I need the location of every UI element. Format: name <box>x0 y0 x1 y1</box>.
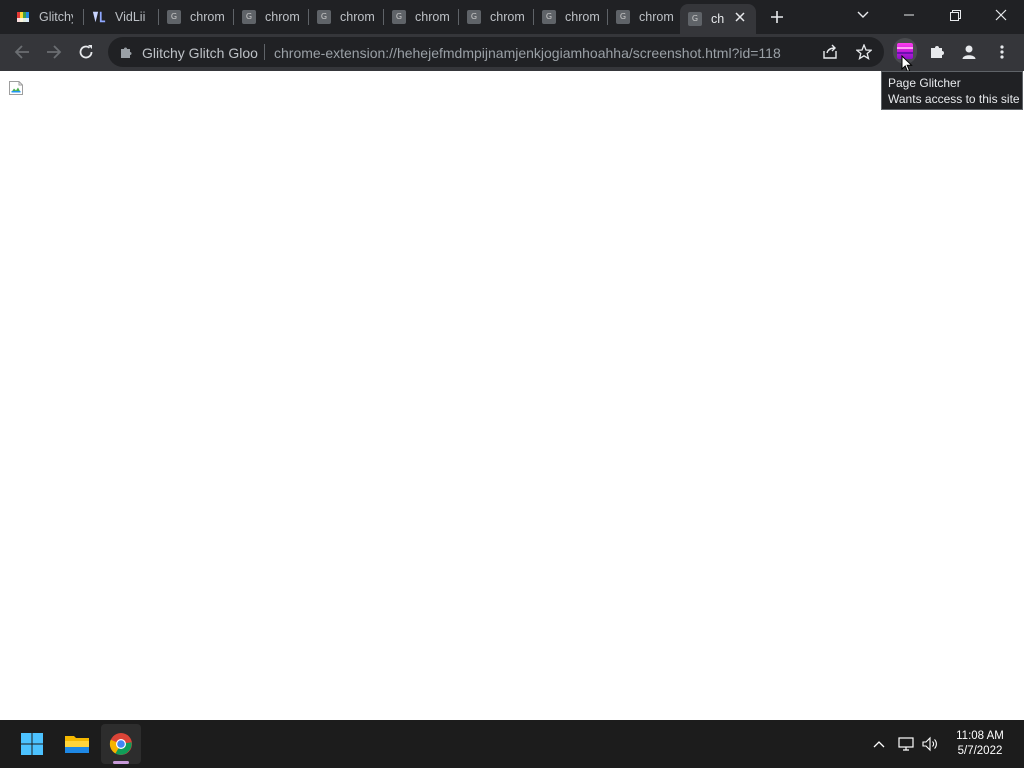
clock-date: 5/7/2022 <box>957 745 1003 757</box>
tab-chrome-active[interactable]: G ch <box>680 4 756 34</box>
file-explorer-button[interactable] <box>57 724 97 764</box>
reload-icon <box>79 45 93 59</box>
puzzle-piece-icon <box>118 44 134 60</box>
tab-label: Glitchy <box>39 10 73 24</box>
back-button[interactable] <box>8 38 36 66</box>
tab-chrome-4[interactable]: G chrom <box>384 0 459 34</box>
chevron-down-icon <box>857 11 869 18</box>
minimize-icon <box>904 14 914 16</box>
bookmark-star-icon[interactable] <box>854 42 874 62</box>
g-favicon-icon: G <box>542 10 556 24</box>
windows-logo-icon <box>21 733 43 755</box>
tab-label: chrom <box>490 10 524 24</box>
browser-toolbar: Glitchy Glitch Gloo chrome-extension://h… <box>0 34 1024 71</box>
tab-strip: Glitchy VidLii G chrom G chrom G chrom G… <box>0 0 1024 34</box>
start-button[interactable] <box>12 724 52 764</box>
tab-label: chrom <box>639 10 673 24</box>
tab-label: ch <box>711 12 725 26</box>
page-content <box>0 71 1024 720</box>
tab-glitchy[interactable]: Glitchy <box>8 0 84 34</box>
g-favicon-icon: G <box>688 12 702 26</box>
g-favicon-icon: G <box>167 10 181 24</box>
active-app-indicator <box>113 761 129 764</box>
volume-icon[interactable] <box>920 734 940 754</box>
plus-icon <box>771 11 783 23</box>
tooltip-title: Page Glitcher <box>888 76 961 90</box>
tab-label: chrom <box>265 10 299 24</box>
g-favicon-icon: G <box>392 10 406 24</box>
reload-button[interactable] <box>72 38 100 66</box>
g-favicon-icon: G <box>317 10 331 24</box>
forward-button[interactable] <box>40 38 68 66</box>
arrow-left-icon <box>14 45 29 59</box>
network-icon[interactable] <box>896 734 916 754</box>
address-divider <box>264 44 265 60</box>
tab-chrome-2[interactable]: G chrom <box>234 0 309 34</box>
tab-chrome-6[interactable]: G chrom <box>534 0 608 34</box>
site-name: Glitchy Glitch Gloo <box>142 45 258 61</box>
tab-label: chrom <box>415 10 449 24</box>
arrow-right-icon <box>47 45 62 59</box>
g-favicon-icon: G <box>467 10 481 24</box>
restore-button[interactable] <box>932 0 978 30</box>
extension-tooltip: Page Glitcher Wants access to this site <box>881 71 1023 110</box>
tab-chrome-1[interactable]: G chrom <box>159 0 234 34</box>
show-hidden-icons-button[interactable] <box>869 734 889 754</box>
tab-vidlii[interactable]: VidLii <box>84 0 159 34</box>
windows-taskbar: 11:08 AM 5/7/2022 <box>0 720 1024 768</box>
tab-label: chrom <box>340 10 374 24</box>
tab-search-button[interactable] <box>840 0 886 30</box>
menu-button[interactable] <box>988 38 1016 66</box>
profile-button[interactable] <box>955 38 983 66</box>
system-clock[interactable]: 11:08 AM 5/7/2022 <box>950 729 1010 759</box>
tab-label: chrom <box>565 10 599 24</box>
extensions-button[interactable] <box>923 38 951 66</box>
more-vertical-icon <box>1000 45 1004 59</box>
restore-icon <box>949 9 961 21</box>
tab-chrome-3[interactable]: G chrom <box>309 0 384 34</box>
broken-image-icon <box>9 81 23 95</box>
tab-chrome-7[interactable]: G chrom <box>608 0 680 34</box>
tab-label: chrom <box>190 10 224 24</box>
address-bar[interactable]: Glitchy Glitch Gloo chrome-extension://h… <box>108 37 884 67</box>
vidlii-logo-icon <box>92 10 106 24</box>
chevron-up-icon <box>873 741 885 748</box>
new-tab-button[interactable] <box>765 5 789 29</box>
close-tab-icon[interactable] <box>732 9 748 25</box>
puzzle-piece-icon <box>931 46 944 58</box>
close-icon <box>995 9 1007 21</box>
chrome-taskbar-button[interactable] <box>101 724 141 764</box>
glitchy-favicon-icon <box>16 10 30 24</box>
share-icon[interactable] <box>820 42 840 62</box>
tab-label: VidLii <box>115 10 146 24</box>
folder-icon <box>65 736 89 753</box>
close-window-button[interactable] <box>978 0 1024 30</box>
clock-time: 11:08 AM <box>956 730 1004 742</box>
g-favicon-icon: G <box>242 10 256 24</box>
g-favicon-icon: G <box>616 10 630 24</box>
tab-chrome-5[interactable]: G chrom <box>459 0 534 34</box>
minimize-button[interactable] <box>886 0 932 30</box>
url-text[interactable]: chrome-extension://hehejefmdmpijnamjenkj… <box>274 45 781 61</box>
profile-icon <box>962 45 976 59</box>
tooltip-subtitle: Wants access to this site <box>888 92 1020 106</box>
chrome-logo-icon <box>109 733 132 755</box>
